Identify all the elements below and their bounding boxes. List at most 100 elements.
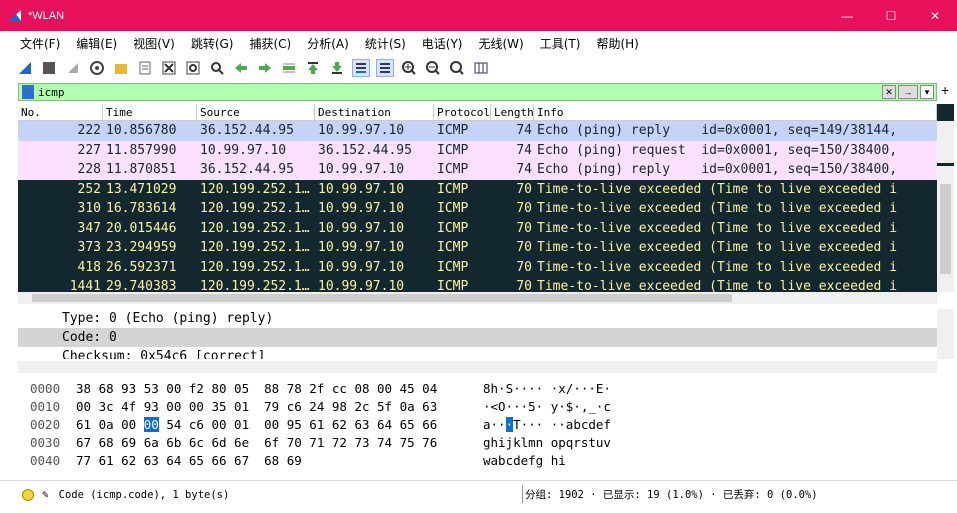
menu-go[interactable]: 跳转(G): [191, 35, 234, 52]
bytes-row[interactable]: 0010 00 3c 4f 93 00 00 35 01 79 c6 24 98 …: [30, 398, 930, 416]
status-field-info: Code (icmp.code), 1 byte(s): [58, 488, 230, 501]
bytes-row[interactable]: 0020 61 0a 00 00 54 c6 00 01 00 95 61 62…: [30, 416, 930, 434]
go-forward-icon[interactable]: [256, 59, 274, 77]
byte-offset: 0010: [30, 399, 61, 414]
stop-capture-icon[interactable]: [40, 59, 58, 77]
zoom-in-icon[interactable]: [400, 59, 418, 77]
status-bar: ✎ Code (icmp.code), 1 byte(s) 分组: 1902 ·…: [0, 480, 957, 508]
menu-tools[interactable]: 工具(T): [540, 35, 581, 52]
byte-hex: 38 68 93 53 00 f2 80 05 88 78 2f cc 08 0…: [76, 381, 438, 396]
byte-ascii: a···T··· ··abcdef: [483, 417, 611, 432]
packet-row[interactable]: 310 16.783614 120.199.252.1… 10.99.97.10 ICM…: [18, 199, 937, 219]
byte-offset: 0000: [30, 381, 61, 396]
column-header-length[interactable]: Length: [491, 104, 534, 120]
byte-offset: 0020: [30, 417, 61, 432]
menu-view[interactable]: 视图(V): [133, 35, 175, 52]
go-first-packet-icon[interactable]: [304, 59, 322, 77]
go-last-packet-icon[interactable]: [328, 59, 346, 77]
restart-capture-icon[interactable]: [64, 59, 82, 77]
details-vertical-scrollbar[interactable]: [937, 309, 954, 359]
column-header-no[interactable]: No.: [18, 104, 103, 120]
display-filter-input[interactable]: icmp: [38, 86, 65, 99]
filter-history-dropdown-icon[interactable]: ▾: [920, 85, 934, 99]
resize-columns-icon[interactable]: [472, 59, 490, 77]
bytes-row[interactable]: 0030 67 68 69 6a 6b 6c 6d 6e 6f 70 71 72 …: [30, 434, 930, 452]
byte-offset: 0030: [30, 435, 61, 450]
bytes-row[interactable]: 0040 77 61 62 63 64 65 66 67 68 69 wabcdef…: [30, 452, 930, 470]
byte-hex: 67 68 69 6a 6b 6c 6d 6e 6f 70 71 72 73 7…: [76, 435, 438, 450]
menu-bar: 文件(F) 编辑(E) 视图(V) 跳转(G) 捕获(C) 分析(A) 统计(S…: [0, 31, 957, 56]
packet-row[interactable]: 222 10.856780 36.152.44.95 10.99.97.10 ICMP 7…: [18, 121, 937, 141]
start-capture-icon[interactable]: [16, 59, 34, 77]
title-bar: *WLAN — ☐ ✕: [0, 0, 957, 31]
packet-row[interactable]: 373 23.294959 120.199.252.1… 10.99.97.10 ICM…: [18, 238, 937, 258]
packet-row[interactable]: 1441 29.740383 120.199.252.1… 10.99.97.10 IC…: [18, 277, 937, 292]
close-file-icon[interactable]: [160, 59, 178, 77]
detail-line-selected[interactable]: Code: 0: [18, 328, 937, 347]
packet-bytes: 0000 38 68 93 53 00 f2 80 05 88 78 2f cc …: [30, 380, 930, 470]
maximize-button[interactable]: ☐: [869, 0, 913, 31]
packet-row[interactable]: 252 13.471029 120.199.252.1… 10.99.97.10 ICM…: [18, 179, 937, 199]
menu-wireless[interactable]: 无线(W): [479, 35, 524, 52]
column-header-info[interactable]: Info: [534, 104, 937, 120]
byte-ascii: wabcdefg hi: [483, 453, 566, 468]
status-separator: [522, 485, 523, 503]
byte-hex: 00 3c 4f 93 00 00 35 01 79 c6 24 98 2c 5…: [76, 399, 438, 414]
reload-file-icon[interactable]: [184, 59, 202, 77]
column-header-time[interactable]: Time: [103, 104, 197, 120]
main-toolbar: [0, 56, 957, 80]
details-horizontal-scrollbar[interactable]: [18, 361, 937, 373]
auto-scroll-icon[interactable]: [352, 59, 370, 77]
byte-offset: 0040: [30, 453, 61, 468]
byte-hex: 77 61 62 63 64 65 66 67 68 69: [76, 453, 302, 468]
packet-row[interactable]: 227 11.857990 10.99.97.10 36.152.44.95 ICMP 7…: [18, 140, 937, 160]
go-back-icon[interactable]: [232, 59, 250, 77]
menu-edit[interactable]: 编辑(E): [76, 35, 117, 52]
menu-capture[interactable]: 捕获(C): [249, 35, 291, 52]
minimize-button[interactable]: —: [825, 0, 869, 31]
packet-row[interactable]: 418 26.592371 120.199.252.1… 10.99.97.10 ICM…: [18, 257, 937, 277]
highlighted-ascii: ·: [505, 417, 514, 432]
zoom-out-icon[interactable]: [424, 59, 442, 77]
highlighted-byte: 00: [143, 417, 159, 432]
wireshark-fin-icon: [9, 9, 21, 21]
clear-filter-icon[interactable]: ✕: [882, 85, 896, 99]
colorize-icon[interactable]: [376, 59, 394, 77]
byte-ascii: ·<O···5· y·$·,_·c: [483, 399, 611, 414]
menu-help[interactable]: 帮助(H): [596, 35, 638, 52]
add-filter-button[interactable]: +: [941, 82, 949, 98]
column-header-source[interactable]: Source: [197, 104, 315, 120]
packet-list-header: No. Time Source Destination Protocol Len…: [18, 104, 937, 121]
column-header-protocol[interactable]: Protocol: [434, 104, 491, 120]
packet-row[interactable]: 347 20.015446 120.199.252.1… 10.99.97.10 ICM…: [18, 218, 937, 238]
byte-hex: 61 0a 00 00 54 c6 00 01 00 95 61 62 63 6…: [76, 417, 438, 432]
close-button[interactable]: ✕: [913, 0, 957, 31]
menu-statistics[interactable]: 统计(S): [365, 35, 406, 52]
detail-line[interactable]: Checksum: 0x54c6 [correct]: [18, 347, 937, 359]
packet-list-vertical-scrollbar[interactable]: [937, 104, 954, 292]
find-packet-icon[interactable]: [208, 59, 226, 77]
menu-telephony[interactable]: 电话(Y): [422, 35, 463, 52]
menu-analyze[interactable]: 分析(A): [307, 35, 349, 52]
edit-comment-icon[interactable]: ✎: [42, 488, 49, 501]
menu-file[interactable]: 文件(F): [20, 35, 60, 52]
column-header-destination[interactable]: Destination: [315, 104, 434, 120]
save-file-icon[interactable]: [136, 59, 154, 77]
display-filter-bar: icmp ✕ → ▾: [18, 83, 937, 101]
open-file-icon[interactable]: [112, 59, 130, 77]
packet-row[interactable]: 228 11.870851 36.152.44.95 10.99.97.10 ICMP 7…: [18, 160, 937, 180]
expert-info-icon[interactable]: [22, 488, 34, 501]
byte-ascii: 8h·S···· ·x/···E·: [483, 381, 611, 396]
normal-size-icon[interactable]: [448, 59, 466, 77]
status-packet-stats: 分组: 1902 · 已显示: 19 (1.0%) · 已丢弃: 0 (0.0%…: [525, 489, 818, 501]
byte-ascii: ghijklmn opqrstuv: [483, 435, 611, 450]
packet-details: Type: 0 (Echo (ping) reply) Code: 0 Chec…: [18, 309, 937, 359]
detail-line[interactable]: Type: 0 (Echo (ping) reply): [18, 309, 937, 328]
apply-filter-icon[interactable]: →: [898, 85, 918, 99]
bookmark-icon[interactable]: [22, 85, 34, 99]
go-to-packet-icon[interactable]: [280, 59, 298, 77]
packet-list-horizontal-scrollbar[interactable]: [18, 292, 937, 304]
capture-options-icon[interactable]: [88, 59, 106, 77]
bytes-row[interactable]: 0000 38 68 93 53 00 f2 80 05 88 78 2f cc …: [30, 380, 930, 398]
packet-list: No. Time Source Destination Protocol Len…: [18, 104, 937, 292]
